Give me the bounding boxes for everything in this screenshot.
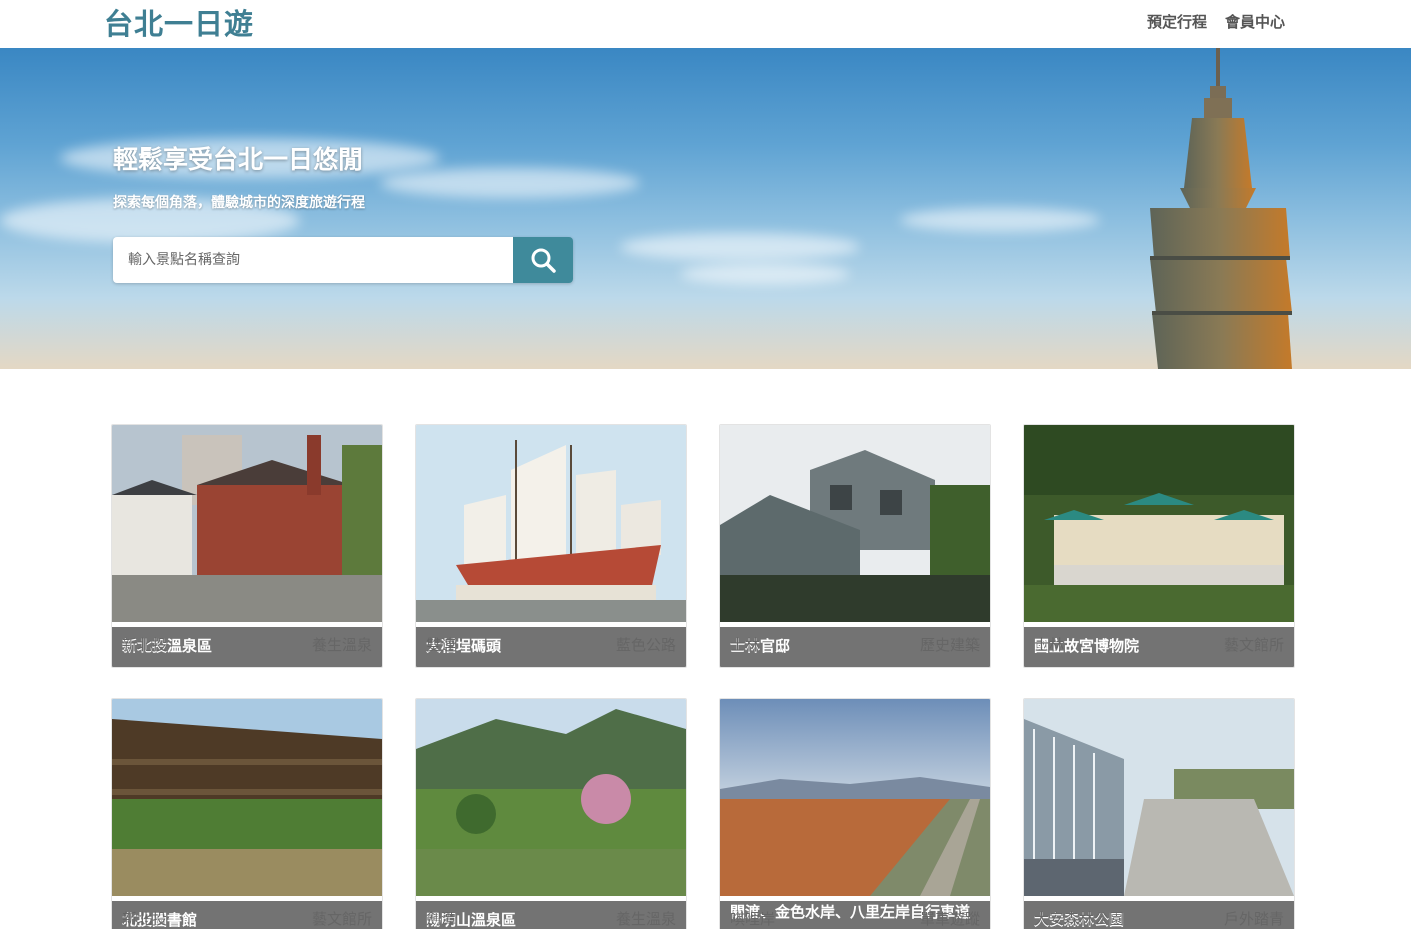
attraction-area: 大安森林公園 (1034, 910, 1125, 928)
attraction-area: 士林 (1034, 636, 1065, 654)
attraction-area: 新北投 (122, 636, 168, 654)
hero-subtitle: 探索每個角落，體驗城市的深度旅遊行程 (113, 195, 365, 211)
taipei-101-tower-image (1150, 48, 1292, 369)
search-input[interactable] (113, 237, 513, 283)
search-icon (531, 248, 556, 273)
attraction-card[interactable]: 關渡、金色水岸、八里左岸自行車道 唭哩岸 單車遊蹤 (719, 698, 991, 929)
attraction-image (720, 699, 990, 896)
attraction-category: 藝文館所 (311, 910, 372, 928)
brand-logo[interactable]: 台北一日遊 (104, 4, 254, 44)
attraction-area: 雙連 (426, 636, 457, 654)
attraction-area: 劍潭 (426, 910, 457, 928)
cloud (900, 208, 1100, 232)
cloud (680, 263, 850, 285)
hero-title: 輕鬆享受台北一日悠閒 (113, 145, 364, 174)
attraction-card[interactable]: 國立故宮博物院 士林 藝文館所 (1023, 424, 1295, 668)
attraction-image (1024, 699, 1294, 896)
hero-banner: 輕鬆享受台北一日悠閒 探索每個角落，體驗城市的深度旅遊行程 (0, 48, 1411, 369)
attraction-category: 戶外踏青 (1223, 910, 1284, 928)
search-button[interactable] (513, 237, 573, 283)
attraction-area: 士林 (730, 636, 761, 654)
cloud (620, 233, 860, 261)
navbar: 台北一日遊 預定行程 會員中心 (0, 0, 1411, 48)
attraction-card[interactable]: 北投圖書館 新北投 藝文館所 (111, 698, 383, 929)
attraction-category: 養生溫泉 (615, 910, 676, 928)
attraction-category: 養生溫泉 (311, 636, 372, 654)
attraction-image (416, 425, 686, 622)
nav-member-link[interactable]: 會員中心 (1225, 11, 1285, 33)
attraction-footer: 士林 歷史建築 (720, 622, 990, 667)
attraction-image (1024, 425, 1294, 622)
attraction-category: 藝文館所 (1223, 636, 1284, 654)
attraction-footer: 新北投 養生溫泉 (112, 622, 382, 667)
attraction-area: 新北投 (122, 910, 168, 928)
attraction-image (112, 425, 382, 622)
nav-booking-link[interactable]: 預定行程 (1147, 11, 1207, 33)
attraction-category: 歷史建築 (919, 636, 980, 654)
attraction-footer: 劍潭 養生溫泉 (416, 896, 686, 929)
attraction-image (112, 699, 382, 896)
attraction-footer: 士林 藝文館所 (1024, 622, 1294, 667)
attraction-image (720, 425, 990, 622)
attraction-area: 唭哩岸 (730, 910, 776, 928)
attraction-footer: 雙連 藍色公路 (416, 622, 686, 667)
attraction-card[interactable]: 大稻埕碼頭 雙連 藍色公路 (415, 424, 687, 668)
attraction-footer: 新北投 藝文館所 (112, 896, 382, 929)
attraction-category: 藍色公路 (615, 636, 676, 654)
attraction-card[interactable]: 士林官邸 士林 歷史建築 (719, 424, 991, 668)
attraction-category: 單車遊蹤 (919, 910, 980, 928)
attraction-image (416, 699, 686, 896)
attraction-card[interactable]: 新北投溫泉區 新北投 養生溫泉 (111, 424, 383, 668)
attraction-footer: 大安森林公園 戶外踏青 (1024, 896, 1294, 929)
attraction-card[interactable]: 陽明山溫泉區 劍潭 養生溫泉 (415, 698, 687, 929)
attraction-card[interactable]: 大安森林公園 大安森林公園 戶外踏青 (1023, 698, 1295, 929)
attraction-footer: 唭哩岸 單車遊蹤 (720, 896, 990, 929)
nav-links: 預定行程 會員中心 (1147, 11, 1285, 33)
search-bar (113, 237, 573, 283)
cloud (380, 168, 640, 198)
